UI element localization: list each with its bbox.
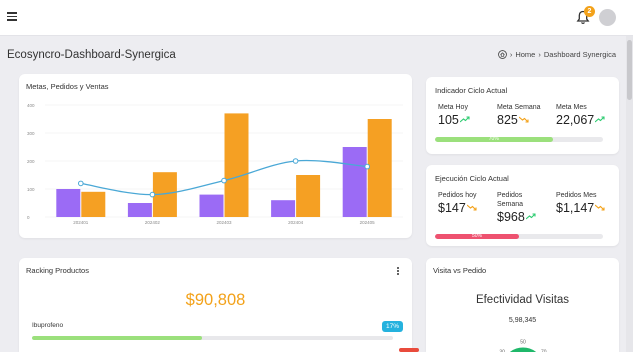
kpi-value: $968 <box>497 210 536 224</box>
indicador-title: Indicador Ciclo Actual <box>435 86 508 95</box>
chevron-right-icon: › <box>538 50 541 59</box>
trend-down-icon <box>518 116 529 123</box>
chart-bar <box>81 191 106 217</box>
breadcrumb: › Home › Dashboard Synergica <box>497 50 616 59</box>
y-tick-label: 0 <box>27 215 30 220</box>
breadcrumb-current: Dashboard Synergica <box>543 50 616 59</box>
rack-item-name: Ibuprofeno <box>32 322 64 329</box>
page-scrollbar-thumb[interactable] <box>627 40 632 100</box>
top-bar: 2 <box>0 0 633 36</box>
kpi-value: $147 <box>438 201 477 215</box>
racking-total: $90,808 <box>185 291 246 309</box>
trend-up-icon <box>525 213 536 220</box>
x-tick-label: 202402 <box>145 220 161 225</box>
y-tick-label: 200 <box>27 159 35 164</box>
chart-bar <box>224 113 249 217</box>
x-tick-label: 202404 <box>288 220 304 225</box>
chart-point <box>149 191 156 198</box>
metas-pedidos-ventas-card: Metas, Pedidos y Ventas 0 100 200 300 400 202… <box>19 74 412 238</box>
kpi-value: 825 <box>497 113 529 127</box>
kpi-value: $1,147 <box>556 201 605 215</box>
y-tick-label: 400 <box>27 103 35 108</box>
page-title: Ecosyncro-Dashboard-Synergica <box>7 49 176 61</box>
kpi-label: Meta Semana <box>497 104 541 111</box>
ejecucion-ciclo-card: Ejecución Ciclo Actual Pedidos hoy $147 Pe… <box>426 165 619 246</box>
chart-bar <box>367 119 392 217</box>
rack-item-track <box>32 336 393 340</box>
x-tick-label: 202405 <box>360 220 376 225</box>
y-tick-label: 300 <box>27 131 35 136</box>
chart-point <box>221 177 227 184</box>
indicador-progress-fill: 70% <box>435 137 553 142</box>
y-tick-label: 100 <box>27 187 35 192</box>
chart-bar <box>127 203 152 217</box>
efectividad-gauge: 305070 <box>499 340 547 352</box>
hamburger-menu-icon[interactable] <box>7 12 17 22</box>
kpi-label: Meta Mes <box>556 104 587 111</box>
more-options-icon[interactable] <box>396 267 400 277</box>
chart-bar <box>342 147 367 217</box>
chart-point <box>364 163 371 170</box>
ejecucion-progress-fill: 50% <box>435 234 519 239</box>
kpi-label: Pedidos Mes <box>556 192 597 199</box>
trend-down-icon <box>595 204 605 211</box>
trend-down-icon <box>466 204 477 211</box>
chart-bar <box>56 189 81 217</box>
kpi-value: 105 <box>438 113 470 127</box>
chart-bar <box>199 194 224 217</box>
chart-bar <box>296 175 321 217</box>
visita-vs-pedido-card: Visita vs Pedido Efectividad Visitas 5,9… <box>426 258 619 352</box>
indicador-progress-track: 70% <box>435 137 603 142</box>
breadcrumb-home-link[interactable]: Home <box>515 50 535 59</box>
ejecucion-progress-track: 50% <box>435 234 603 239</box>
kpi-label: Meta Hoy <box>438 104 468 111</box>
chevron-right-icon: › <box>509 50 513 59</box>
kpi-label: Pedidos Semana <box>497 192 524 208</box>
home-icon[interactable] <box>497 50 507 59</box>
indicador-ciclo-card: Indicador Ciclo Actual Meta Hoy 105 Meta S… <box>426 77 619 154</box>
rack-item-badge: 17% <box>382 321 404 332</box>
trend-up-icon <box>595 116 605 123</box>
kpi-value: 22,067 <box>556 113 605 127</box>
notification-bell-icon[interactable]: 2 <box>576 6 595 26</box>
racking-title: Racking Productos <box>26 266 89 275</box>
x-tick-label: 202403 <box>216 220 232 225</box>
racking-productos-card: Racking Productos $90,808 Ibuprofeno 17% <box>19 258 419 352</box>
rack-next-item-badge <box>399 348 419 352</box>
chart-bar <box>271 200 296 217</box>
notification-count-badge: 2 <box>584 6 595 17</box>
user-avatar[interactable] <box>599 9 616 26</box>
ejecucion-title: Ejecución Ciclo Actual <box>435 174 509 183</box>
gauge-tick-label: 50 <box>520 340 526 346</box>
kpi-label: Pedidos hoy <box>438 192 477 199</box>
trend-up-icon <box>459 116 470 123</box>
chart-line <box>80 159 368 196</box>
rack-item-fill <box>32 336 202 340</box>
x-tick-label: 202401 <box>73 220 89 225</box>
chart-point <box>292 158 299 164</box>
metas-pedidos-ventas-chart: 0 100 200 300 400 202401 202402 202403 202404 202… <box>27 103 403 225</box>
chart-point <box>78 180 84 187</box>
